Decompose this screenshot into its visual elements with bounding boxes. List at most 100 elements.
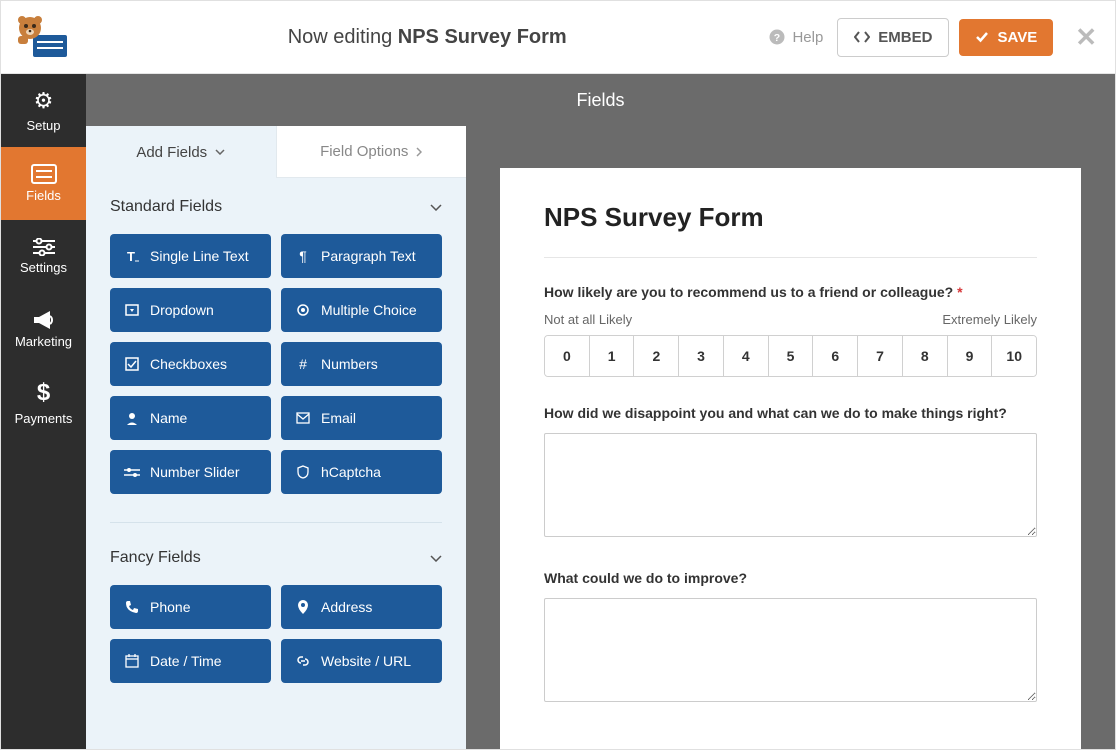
field-button-label: Number Slider [150,464,239,480]
field-button-label: Dropdown [150,302,214,318]
field-button-label: Phone [150,599,190,615]
scale-option-6[interactable]: 6 [813,336,858,376]
sidebar-item-marketing[interactable]: Marketing [1,293,86,366]
tab-field-options[interactable]: Field Options [276,126,467,178]
help-icon: ? [768,28,786,46]
section-title: Fields [86,74,1115,126]
field-button-single-line-text[interactable]: T Single Line Text [110,234,271,278]
paragraph-icon: ¶ [295,248,311,264]
feedback-textarea-1[interactable] [544,433,1037,537]
field-button-label: Address [321,599,372,615]
group-header-standard[interactable]: Standard Fields [110,198,442,216]
sidebar-item-setup[interactable]: ⚙ Setup [1,74,86,147]
sliders-icon [33,238,55,256]
field-button-name[interactable]: Name [110,396,271,440]
gear-icon: ⚙ [34,88,54,114]
code-icon [854,30,870,44]
field-button-website-url[interactable]: Website / URL [281,639,442,683]
phone-icon [124,600,140,614]
sidebar-item-fields[interactable]: Fields [1,147,86,220]
scale-option-0[interactable]: 0 [545,336,590,376]
field-button-number-slider[interactable]: Number Slider [110,450,271,494]
field-button-label: Multiple Choice [321,302,417,318]
scale-option-9[interactable]: 9 [948,336,993,376]
field-button-email[interactable]: Email [281,396,442,440]
editing-label: Now editing NPS Survey Form [86,26,768,49]
svg-text:?: ? [774,32,780,44]
field-button-phone[interactable]: Phone [110,585,271,629]
chevron-down-icon [215,149,225,155]
link-icon [295,654,311,668]
field-button-checkboxes[interactable]: Checkboxes [110,342,271,386]
feedback-textarea-2[interactable] [544,598,1037,702]
scale-option-4[interactable]: 4 [724,336,769,376]
help-link[interactable]: ? Help [768,28,823,46]
field-button-date-time[interactable]: Date / Time [110,639,271,683]
fields-panel: Add Fields Field Options Standard Fields [86,126,466,749]
text-icon: T [124,249,140,263]
bullhorn-icon [32,310,56,330]
question-label: How likely are you to recommend us to a … [544,284,1037,300]
main-sidebar: ⚙ Setup Fields Settings Marketing [1,74,86,749]
form-title: NPS Survey Form [544,202,1037,233]
slider-icon [124,467,140,477]
field-button-hcaptcha[interactable]: hCaptcha [281,450,442,494]
field-button-label: Date / Time [150,653,222,669]
divider [544,257,1037,258]
preview-area: NPS Survey Form How likely are you to re… [466,126,1115,749]
sidebar-item-settings[interactable]: Settings [1,220,86,293]
group-header-fancy[interactable]: Fancy Fields [110,549,442,567]
field-button-label: Checkboxes [150,356,227,372]
field-button-label: Name [150,410,187,426]
radio-icon [295,303,311,317]
sidebar-item-label: Settings [20,260,67,275]
field-button-numbers[interactable]: # Numbers [281,342,442,386]
scale-option-5[interactable]: 5 [769,336,814,376]
form-preview[interactable]: NPS Survey Form How likely are you to re… [500,168,1081,749]
field-button-dropdown[interactable]: Dropdown [110,288,271,332]
field-button-address[interactable]: Address [281,585,442,629]
tab-add-fields[interactable]: Add Fields [86,126,276,178]
chevron-down-icon [430,555,442,562]
field-button-paragraph-text[interactable]: ¶ Paragraph Text [281,234,442,278]
divider [110,522,442,523]
dropdown-icon [124,303,140,317]
field-button-label: Email [321,410,356,426]
scale-option-1[interactable]: 1 [590,336,635,376]
scale-option-8[interactable]: 8 [903,336,948,376]
sidebar-item-label: Fields [26,188,61,203]
shield-icon [295,465,311,479]
field-button-label: Paragraph Text [321,248,416,264]
hash-icon: # [295,356,311,372]
calendar-icon [124,654,140,668]
field-button-label: Numbers [321,356,378,372]
field-button-multiple-choice[interactable]: Multiple Choice [281,288,442,332]
scale-option-2[interactable]: 2 [634,336,679,376]
scale-option-3[interactable]: 3 [679,336,724,376]
field-button-label: Single Line Text [150,248,249,264]
field-button-label: Website / URL [321,653,411,669]
sidebar-item-label: Marketing [15,334,72,349]
scale-option-7[interactable]: 7 [858,336,903,376]
close-button[interactable]: ✕ [1075,22,1097,53]
chevron-right-icon [416,147,422,157]
scale-option-10[interactable]: 10 [992,336,1036,376]
top-header: Now editing NPS Survey Form ? Help EMBED… [1,1,1115,74]
question-label: What could we do to improve? [544,570,1037,586]
sidebar-item-payments[interactable]: $ Payments [1,366,86,439]
form-icon [31,164,57,184]
scale-endpoints: Not at all Likely Extremely Likely [544,312,1037,327]
pin-icon [295,600,311,614]
mail-icon [295,412,311,424]
app-logo [1,14,86,60]
save-button[interactable]: SAVE [959,19,1053,56]
sidebar-item-label: Payments [15,411,73,426]
embed-button[interactable]: EMBED [837,18,949,57]
dollar-icon: $ [37,379,50,407]
sidebar-item-label: Setup [27,118,61,133]
question-label: How did we disappoint you and what can w… [544,405,1037,421]
user-icon [124,411,140,425]
check-icon [975,30,989,44]
checkbox-icon [124,357,140,371]
svg-text:T: T [127,249,135,263]
